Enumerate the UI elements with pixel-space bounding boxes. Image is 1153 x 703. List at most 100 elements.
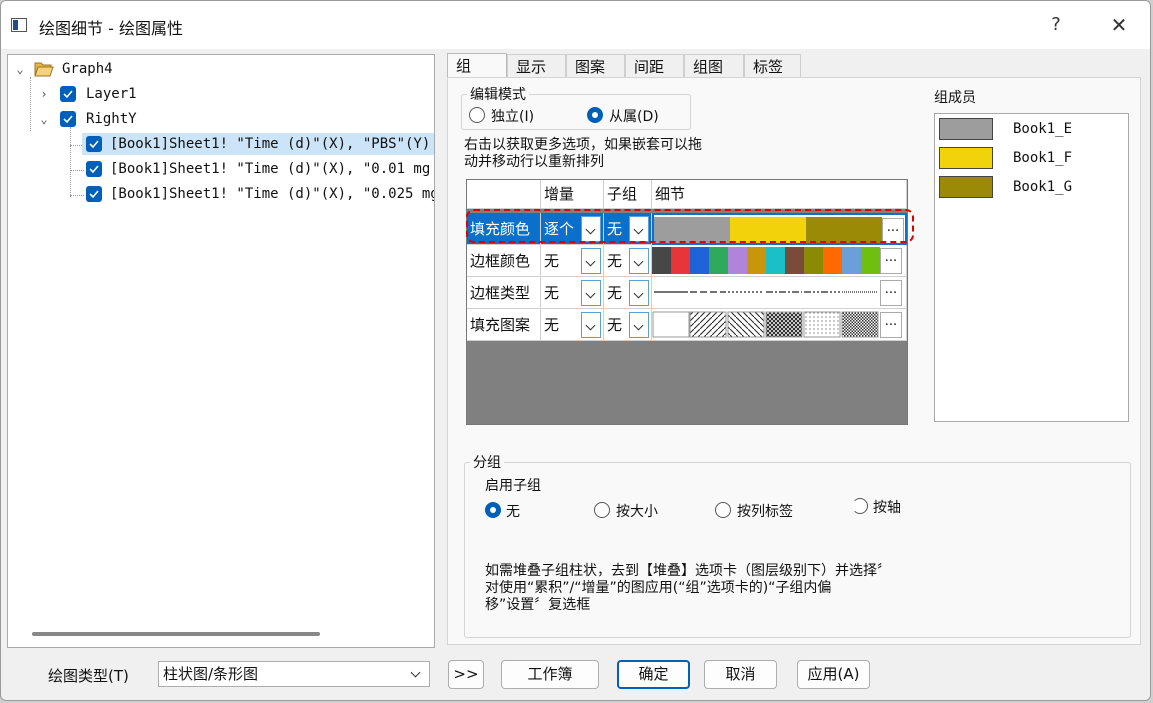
checkbox-icon[interactable] <box>86 161 102 177</box>
tab-pattern[interactable]: 图案 <box>566 54 625 78</box>
tab-group-plot[interactable]: 组图 <box>684 54 744 78</box>
plot-type-label: 绘图类型(T) <box>48 667 129 685</box>
checkbox-icon[interactable] <box>60 86 76 102</box>
radio-dependent[interactable] <box>587 107 603 123</box>
radio-subgroup-axis-label: 按轴 <box>873 500 901 516</box>
border-color-detail[interactable]: ... <box>652 245 907 277</box>
increment-value: 无 <box>544 316 560 334</box>
member-name: Book1_G <box>1013 179 1073 195</box>
grid-hint-line2: 动并移动行以重新排列 <box>464 154 604 170</box>
cancel-button[interactable]: 取消 <box>704 660 777 689</box>
enable-subgroup-label: 启用子组 <box>485 478 541 494</box>
expand-button[interactable]: >> <box>448 660 484 689</box>
tree-label-layer1: Layer1 <box>86 86 137 102</box>
members-list[interactable]: Book1_E Book1_F Book1_G <box>934 113 1129 422</box>
tree-item-plot-3[interactable]: [Book1]Sheet1! "Time (d)"(X), "0.025 mg <box>86 183 434 205</box>
checkbox-icon[interactable] <box>86 136 102 152</box>
color-swatch <box>747 247 766 274</box>
radio-subgroup-size-label: 按大小 <box>616 504 658 520</box>
color-swatch <box>804 247 823 274</box>
subgroup-cell[interactable]: 无 <box>604 277 652 309</box>
stack-note-line2: 对使用“累积”/“增量”的图应用(“组”选项卡的)“子组内偏 <box>485 580 832 596</box>
tab-group[interactable]: 组 <box>447 53 507 79</box>
radio-dependent-label: 从属(D) <box>609 109 659 125</box>
close-button[interactable]: ✕ <box>1104 11 1134 39</box>
chevron-down-icon[interactable] <box>581 312 601 338</box>
color-swatch <box>671 247 690 274</box>
plot-details-dialog: 绘图细节 - 绘图属性 ? ✕ ⌄ Graph4 › Layer1 ⌄ Righ… <box>0 0 1151 701</box>
apply-button[interactable]: 应用(A) <box>797 660 870 689</box>
chevron-down-icon[interactable] <box>629 280 649 306</box>
fill-pattern-detail[interactable]: ... <box>652 309 907 341</box>
increment-value: 无 <box>544 284 560 302</box>
tab-label[interactable]: 标签 <box>744 54 801 78</box>
subgroup-value: 无 <box>607 316 623 334</box>
border-type-detail[interactable]: ... <box>652 277 907 309</box>
stack-note-line3: 移”设置〞复选框 <box>485 597 591 613</box>
color-swatch <box>861 247 880 274</box>
chevron-down-icon[interactable] <box>629 312 649 338</box>
folder-open-icon <box>34 62 54 77</box>
member-color-swatch <box>939 118 993 140</box>
ok-button[interactable]: 确定 <box>617 660 690 689</box>
app-icon <box>11 18 27 32</box>
tree-label-plot: [Book1]Sheet1! "Time (d)"(X), "PBS"(Y) [ <box>110 136 435 152</box>
tree-label-plot: [Book1]Sheet1! "Time (d)"(X), "0.01 mg L <box>110 161 435 177</box>
increment-cell[interactable]: 无 <box>541 309 604 341</box>
chevron-right-icon[interactable]: › <box>38 83 50 105</box>
row-border-type[interactable]: 边框类型 <box>467 277 541 309</box>
radio-subgroup-axis[interactable] <box>852 498 868 514</box>
radio-subgroup-none-label: 无 <box>506 504 520 520</box>
radio-subgroup-none[interactable] <box>485 502 501 518</box>
grid-header-increment: 增量 <box>541 180 604 209</box>
color-swatch <box>823 247 842 274</box>
subgroup-value: 无 <box>607 284 623 302</box>
grid-hint-line1: 右击以获取更多选项，如果嵌套可以拖 <box>464 137 702 153</box>
row-fill-pattern[interactable]: 填充图案 <box>467 309 541 341</box>
help-button[interactable]: ? <box>1041 11 1071 39</box>
member-name: Book1_E <box>1013 121 1073 137</box>
ellipsis-button[interactable]: ... <box>880 280 902 306</box>
color-swatch <box>766 247 785 274</box>
subgroup-cell[interactable]: 无 <box>604 245 652 277</box>
radio-subgroup-size[interactable] <box>594 502 610 518</box>
chevron-down-icon[interactable] <box>581 280 601 306</box>
ellipsis-button[interactable]: ... <box>880 248 902 274</box>
tab-display[interactable]: 显示 <box>507 54 566 78</box>
radio-independent-label: 独立(I) <box>491 109 535 125</box>
color-swatch <box>785 247 804 274</box>
checkbox-icon[interactable] <box>60 111 76 127</box>
increment-cell[interactable]: 无 <box>541 277 604 309</box>
color-swatch <box>842 247 861 274</box>
grid-header-subgroup: 子组 <box>604 180 652 209</box>
border-color-swatches <box>652 247 880 274</box>
radio-subgroup-column-label-text: 按列标签 <box>737 504 793 520</box>
tree-item-plot-1[interactable]: [Book1]Sheet1! "Time (d)"(X), "PBS"(Y) [ <box>82 133 435 155</box>
line-style-swatches <box>654 291 878 293</box>
subgroup-cell[interactable]: 无 <box>604 309 652 341</box>
horizontal-scrollbar[interactable] <box>32 632 320 636</box>
tree-label-graph4: Graph4 <box>62 61 113 77</box>
chevron-down-icon[interactable]: ⌄ <box>14 58 26 80</box>
checkbox-icon[interactable] <box>86 186 102 202</box>
member-name: Book1_F <box>1013 150 1073 166</box>
chevron-down-icon[interactable] <box>629 248 649 274</box>
chevron-down-icon[interactable] <box>581 248 601 274</box>
chevron-down-icon[interactable]: ⌄ <box>38 108 50 130</box>
tab-spacing[interactable]: 间距 <box>625 54 684 78</box>
tree-item-plot-2[interactable]: [Book1]Sheet1! "Time (d)"(X), "0.01 mg L <box>86 158 434 180</box>
window-title: 绘图细节 - 绘图属性 <box>39 19 183 38</box>
radio-independent[interactable] <box>469 107 485 123</box>
row-border-color[interactable]: 边框颜色 <box>467 245 541 277</box>
ellipsis-button[interactable]: ... <box>880 312 902 338</box>
plot-type-select[interactable]: 柱状图/条形图 <box>158 661 430 687</box>
plot-tree[interactable]: ⌄ Graph4 › Layer1 ⌄ RightY [Book1]Sheet1… <box>7 54 435 648</box>
pattern-swatches <box>652 311 879 338</box>
radio-subgroup-column-label[interactable] <box>715 502 731 518</box>
grouping-label: 分组 <box>470 452 504 472</box>
grid-corner <box>467 180 541 209</box>
increment-cell[interactable]: 无 <box>541 245 604 277</box>
color-swatch <box>709 247 728 274</box>
workbook-button[interactable]: 工作簿 <box>501 660 599 689</box>
subgroup-value: 无 <box>607 252 623 270</box>
